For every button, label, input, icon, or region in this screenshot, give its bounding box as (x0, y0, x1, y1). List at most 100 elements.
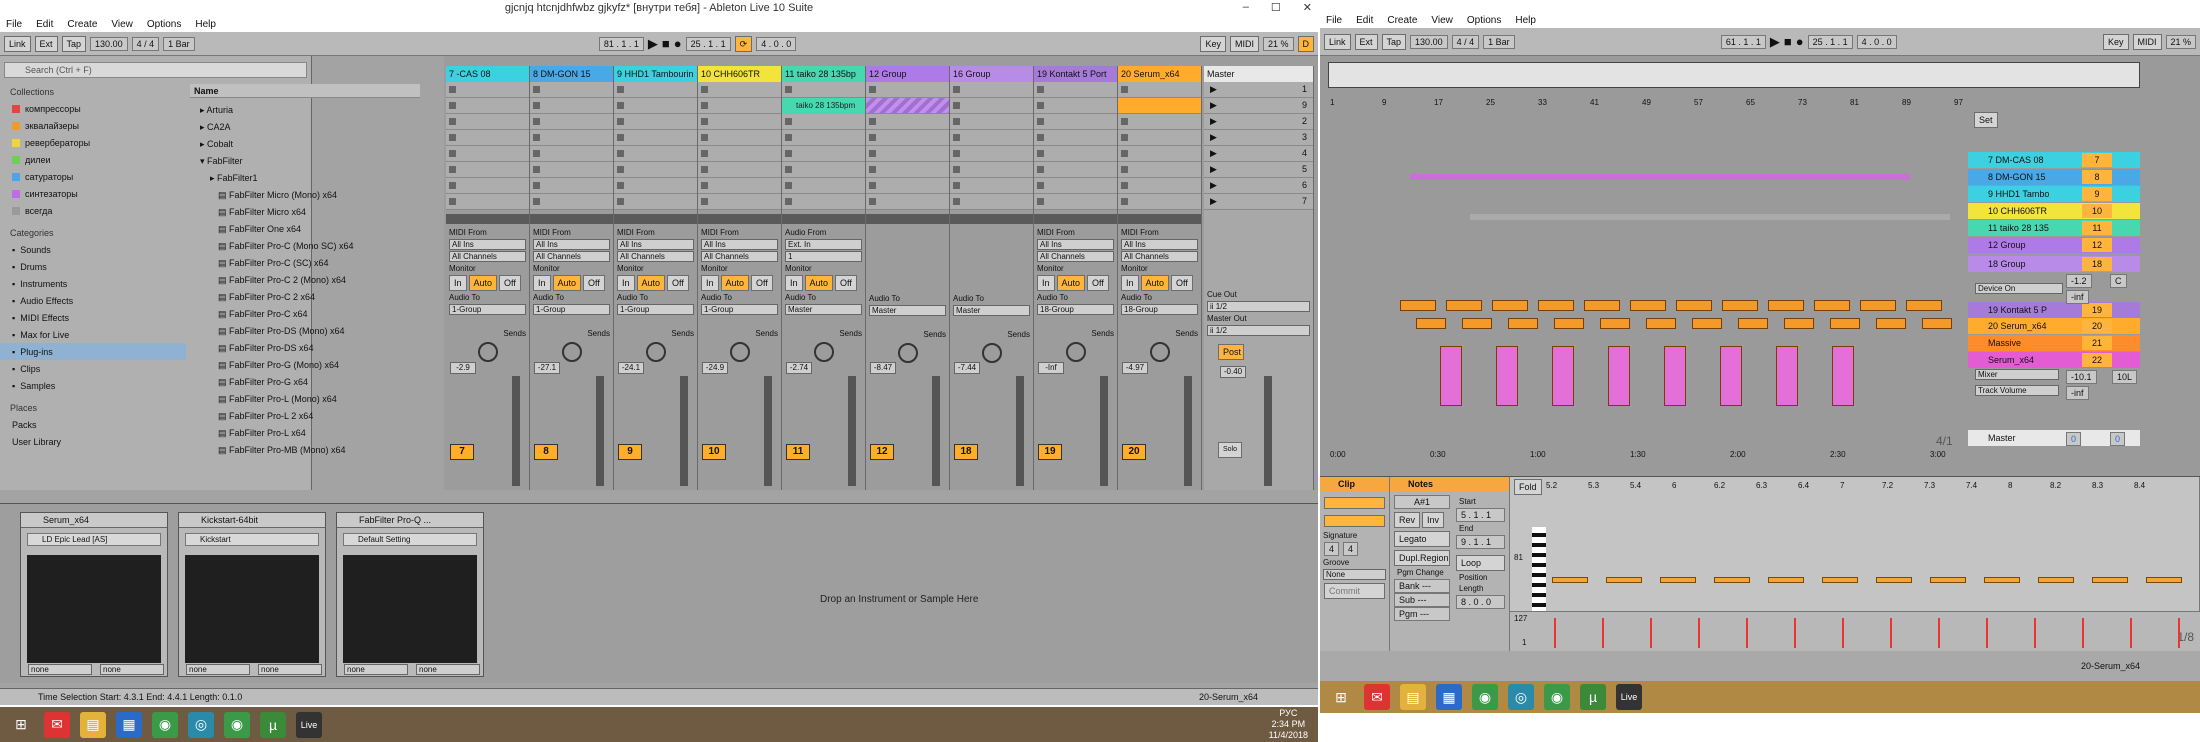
clip-slot[interactable] (866, 178, 949, 194)
collection-item[interactable]: дилеи (0, 151, 186, 168)
stop-button-icon[interactable] (869, 198, 876, 205)
velocity-marker[interactable] (2130, 618, 2132, 648)
track-header[interactable]: 11 taiko 28 135bp (782, 66, 865, 82)
time-ruler[interactable]: 0:00 0:30 1:00 1:30 2:00 2:30 3:00 (1330, 450, 1970, 462)
output-select[interactable]: 1-Group (533, 304, 610, 315)
value-1[interactable]: -1.2 (2066, 274, 2092, 288)
arrangement-clip[interactable] (1860, 300, 1896, 311)
plugin-item[interactable]: ▤ FabFilter Pro-G (Mono) x64 (218, 357, 339, 374)
live-app-icon[interactable]: Live (1616, 684, 1642, 710)
clip-slot-playing[interactable]: taiko 28 135bpm (782, 98, 865, 114)
folder-item[interactable]: ▸ FabFilter1 (210, 170, 258, 187)
clip-slot[interactable] (950, 98, 1033, 114)
expand-arrow-icon[interactable]: ▸ (210, 173, 217, 183)
menu-create[interactable]: Create (1387, 15, 1417, 26)
signature-field[interactable]: 4 / 4 (1451, 34, 1480, 49)
track-header[interactable]: 19 Kontakt 5 Port (1034, 66, 1117, 82)
collection-item[interactable]: синтезаторы (0, 185, 186, 202)
velocity-marker[interactable] (2082, 618, 2084, 648)
clip-slot[interactable] (782, 82, 865, 98)
preset-select[interactable]: LD Epic Lead [AS] (27, 533, 161, 546)
track-activator-button[interactable]: 11 (786, 444, 810, 460)
expand-arrow-icon[interactable]: ▾ (200, 156, 207, 166)
record-icon[interactable]: ● (674, 36, 682, 51)
track-header[interactable]: 20 Serum_x64 (1118, 66, 1201, 82)
torrent-icon[interactable]: µ (1580, 684, 1606, 710)
stop-button-icon[interactable] (449, 86, 456, 93)
clip-slot[interactable] (866, 162, 949, 178)
clip-slot[interactable] (614, 98, 697, 114)
clip-slot[interactable] (530, 82, 613, 98)
clip-slot[interactable] (1118, 114, 1201, 130)
velocity-marker[interactable] (2034, 618, 2036, 648)
stop-button-icon[interactable] (1037, 166, 1044, 173)
stop-button-icon[interactable] (617, 182, 624, 189)
category-item[interactable]: ▪ Clips (0, 360, 186, 377)
arrangement-clip[interactable] (1470, 214, 1950, 220)
arrangement-clip[interactable] (1784, 318, 1814, 329)
sub-field[interactable]: Sub --- (1394, 593, 1450, 607)
output-select[interactable]: 1-Group (701, 304, 778, 315)
arrangement-position[interactable]: 61 . 1 . 1 (1720, 34, 1766, 49)
expand-arrow-icon[interactable]: ▸ (200, 122, 207, 132)
collection-item[interactable]: компрессоры (0, 100, 186, 117)
arrangement-track-header[interactable]: Serum_x64 22 (1968, 352, 2140, 368)
macro-a-select[interactable]: none (344, 664, 408, 675)
plugin-item[interactable]: ▤ FabFilter Pro-G x64 (218, 374, 308, 391)
expand-arrow-icon[interactable]: ▸ (200, 139, 207, 149)
clip-slot[interactable] (1118, 130, 1201, 146)
input-source-select[interactable]: All Ins (449, 239, 526, 250)
clip-slot[interactable] (698, 114, 781, 130)
collection-item[interactable]: ревербераторы (0, 134, 186, 151)
plugin-item[interactable]: ▤ FabFilter Pro-C x64 (218, 306, 308, 323)
folder-item[interactable]: ▸ Arturia (200, 102, 233, 119)
volume-field[interactable]: -24.1 (618, 362, 644, 374)
clip-slot[interactable] (614, 82, 697, 98)
stop-button-icon[interactable] (1121, 198, 1128, 205)
groove-select[interactable]: None (1323, 569, 1386, 580)
track-header[interactable]: 10 CHH606TR (698, 66, 781, 82)
clip-slot[interactable] (1034, 194, 1117, 210)
stop-button-icon[interactable] (1037, 86, 1044, 93)
stop-button-icon[interactable] (533, 118, 540, 125)
tempo-field[interactable]: 130.00 (90, 36, 128, 51)
quantize-menu[interactable]: 1 Bar (163, 36, 195, 51)
stop-button-icon[interactable] (1121, 182, 1128, 189)
velocity-marker[interactable] (1554, 618, 1556, 648)
input-channel-select[interactable]: All Channels (1121, 251, 1198, 262)
stop-button-icon[interactable] (869, 118, 876, 125)
stop-button-icon[interactable] (533, 134, 540, 141)
monitor-auto-button[interactable]: Auto (804, 275, 834, 291)
arrangement-clip[interactable] (1492, 300, 1528, 311)
pan-knob[interactable] (897, 343, 918, 363)
loop-icon[interactable]: ⟳ (734, 35, 753, 52)
stop-button-icon[interactable] (785, 166, 792, 173)
volume-field[interactable]: -24.9 (702, 362, 728, 374)
track-activator-button[interactable]: 10 (2082, 204, 2112, 218)
midi-note[interactable] (1714, 577, 1750, 583)
clip-slot[interactable] (866, 114, 949, 130)
menu-view[interactable]: View (111, 19, 133, 30)
play-icon[interactable]: ▶ (1770, 34, 1780, 50)
arrangement-track-header[interactable]: Massive 21 (1968, 335, 2140, 351)
input-source-select[interactable]: Ext. In (785, 239, 862, 250)
mail-icon[interactable]: ✉ (44, 711, 70, 738)
arrangement-track-header[interactable]: 7 DM-CAS 08 7 (1968, 152, 2140, 168)
input-channel-select[interactable]: All Channels (701, 251, 778, 262)
device-on-select[interactable]: Device On (1975, 283, 2063, 294)
solo-button[interactable]: Solo (1218, 442, 1243, 458)
play-icon[interactable]: ▶ (648, 36, 658, 52)
value-5[interactable]: 10L (2112, 370, 2138, 384)
value-6[interactable]: -inf (2066, 386, 2089, 400)
track-activator-button[interactable]: 20 (1122, 444, 1146, 460)
preset-select[interactable]: Kickstart (185, 533, 319, 546)
stop-button-icon[interactable] (785, 118, 792, 125)
arrangement-track-header[interactable]: 20 Serum_x64 20 (1968, 318, 2140, 334)
arrangement-overview[interactable] (1328, 62, 2140, 88)
plugin-item[interactable]: ▤ FabFilter Pro-C 2 x64 (218, 289, 315, 306)
monitor-off-button[interactable]: Off (499, 275, 521, 291)
midi-note[interactable] (2092, 577, 2128, 583)
arrangement-position[interactable]: 81 . 1 . 1 (598, 36, 644, 51)
clip-slot[interactable] (782, 130, 865, 146)
track-activator-button[interactable]: 10 (702, 444, 726, 460)
